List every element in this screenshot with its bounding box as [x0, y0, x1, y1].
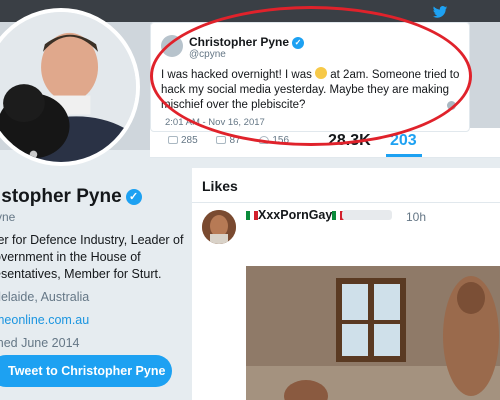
- reply-action[interactable]: 285: [168, 135, 198, 146]
- profile-joined-date: ined June 2014: [0, 336, 80, 350]
- retweet-action[interactable]: 87: [216, 135, 241, 146]
- avatar-photo: [0, 12, 136, 162]
- likes-tab-indicator: [386, 154, 422, 157]
- profile-bio: ter for Defence Industry, Leader of over…: [0, 233, 184, 281]
- tweet-date[interactable]: 2:01 AM - Nov 16, 2017: [165, 117, 265, 128]
- embedded-tweet[interactable]: Christopher Pyne ✓ @cpyne I was hacked ov…: [150, 22, 470, 132]
- likes-panel: Likes XxxPornGay 10h: [192, 168, 500, 400]
- likes-count[interactable]: 203: [390, 132, 417, 150]
- profile-handle: yne: [0, 210, 16, 224]
- media-image: [246, 266, 500, 400]
- verified-icon: ✓: [292, 37, 305, 49]
- profile-name: istopher Pyne ✓: [0, 186, 142, 208]
- blurred-handle: [342, 210, 392, 220]
- tweet-text-part1: I was hacked overnight! I was: [161, 69, 312, 81]
- verified-icon: ✓: [125, 189, 142, 205]
- liked-user-name[interactable]: XxxPornGay: [246, 208, 345, 222]
- reply-count: 285: [181, 135, 198, 146]
- followers-count[interactable]: 28.3K: [328, 132, 371, 150]
- tweet-author-name[interactable]: Christopher Pyne ✓: [189, 35, 305, 49]
- reply-icon: [168, 136, 178, 144]
- likes-heading: Likes: [202, 178, 238, 194]
- like-icon: [259, 136, 270, 144]
- divider: [192, 202, 500, 203]
- tweet-to-button[interactable]: Tweet to Christopher Pyne: [0, 355, 172, 387]
- profile-website-link[interactable]: meonline.com.au: [0, 313, 89, 327]
- like-action[interactable]: 156: [259, 135, 289, 146]
- info-icon[interactable]: [447, 101, 456, 110]
- liked-user-avatar[interactable]: [202, 210, 236, 244]
- retweet-icon: [216, 136, 227, 144]
- tweet-author-avatar[interactable]: [161, 35, 183, 57]
- tweet-actions: 285 87 156: [168, 135, 305, 146]
- mexican-flag-icon: [246, 211, 258, 220]
- tweet-author-name-text: Christopher Pyne: [189, 35, 290, 49]
- like-count: 156: [272, 135, 290, 146]
- twitter-bird-icon: [432, 6, 448, 18]
- liked-avatar-photo: [202, 210, 236, 244]
- profile-name-text: istopher Pyne: [0, 186, 122, 207]
- liked-tweet-media[interactable]: [246, 266, 500, 400]
- sleeping-face-emoji-icon: [315, 67, 328, 79]
- tweet-text: I was hacked overnight! I was at 2am. So…: [161, 67, 461, 113]
- liked-user-name-text: XxxPornGay: [258, 208, 333, 222]
- tweet-author-handle: @cpyne: [189, 49, 226, 60]
- retweet-count: 87: [229, 135, 241, 146]
- liked-tweet-time[interactable]: 10h: [406, 210, 426, 224]
- profile-location: delaide, Australia: [0, 290, 90, 304]
